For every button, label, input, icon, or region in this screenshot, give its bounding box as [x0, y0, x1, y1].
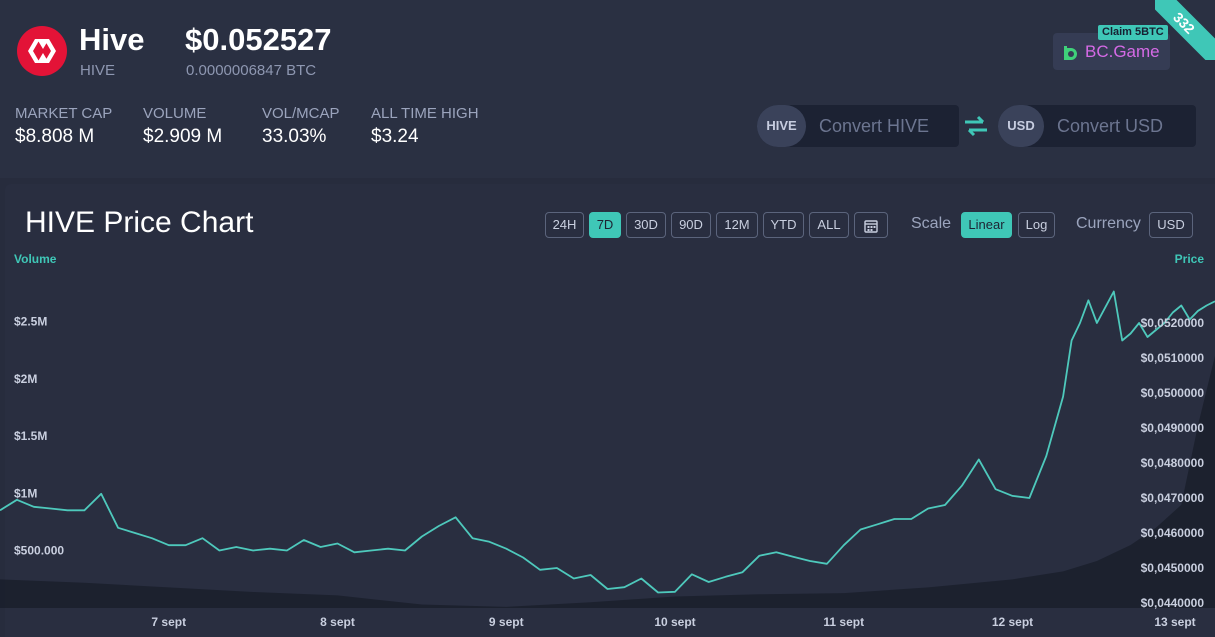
stat-vol-mcap: VOL/MCAP 33.03%	[262, 105, 340, 148]
swap-arrows-icon[interactable]	[963, 114, 989, 138]
convert-from-field: HIVE	[757, 105, 959, 147]
corner-ribbon[interactable]: 332	[1155, 0, 1215, 60]
x-tick-label: 9 sept	[489, 615, 524, 629]
range-12m-button[interactable]: 12M	[716, 212, 758, 238]
stat-value: $8.808 M	[15, 126, 95, 147]
stat-value: $2.909 M	[143, 126, 223, 147]
x-tick-label: 11 sept	[823, 615, 864, 629]
price-chart[interactable]: Volume Price $2.5M $2M $1.5M $1M $500.000 $0,05…	[0, 250, 1215, 637]
price-tick-label: $0,0450000	[1141, 561, 1205, 575]
x-tick-label: 13 sept	[1154, 615, 1195, 629]
stat-label: MARKET CAP	[15, 105, 113, 122]
price-axis-title: Price	[1175, 252, 1205, 266]
scale-linear-button[interactable]: Linear	[961, 212, 1012, 238]
convert-to-tag: USD	[998, 105, 1044, 147]
stat-value: 33.03%	[262, 126, 327, 147]
stat-market-cap: MARKET CAP $8.808 M	[15, 105, 112, 148]
x-tick-label: 10 sept	[654, 615, 695, 629]
calendar-button[interactable]	[854, 212, 888, 238]
price-tick-label: $0,0520000	[1141, 316, 1205, 330]
x-tick-label: 12 sept	[992, 615, 1033, 629]
calendar-icon	[864, 219, 878, 233]
x-tick-label: 8 sept	[320, 615, 355, 629]
price-usd: $0.052527	[185, 22, 332, 57]
scale-log-button[interactable]: Log	[1018, 212, 1055, 238]
price-tick-label: $0,0440000	[1141, 596, 1205, 610]
range-ytd-button[interactable]: YTD	[763, 212, 804, 238]
price-tick-label: $0,0460000	[1141, 526, 1205, 540]
stat-value: $3.24	[371, 126, 419, 147]
convert-from-tag: HIVE	[757, 105, 806, 147]
range-24h-button[interactable]: 24H	[545, 212, 584, 238]
volume-tick-label: $2.5M	[14, 314, 47, 328]
bcgame-logo-icon	[1064, 46, 1077, 60]
chart-title: HIVE Price Chart	[25, 206, 254, 239]
stat-ath: ALL TIME HIGH $3.24	[371, 105, 479, 148]
price-btc: 0.0000006847 BTC	[186, 62, 317, 79]
volume-tick-label: $2M	[14, 372, 37, 386]
stat-label: VOLUME	[143, 105, 207, 122]
coin-symbol: HIVE	[80, 62, 116, 79]
price-line	[0, 290, 1215, 594]
range-90d-button[interactable]: 90D	[671, 212, 711, 238]
convert-to-field: USD	[998, 105, 1196, 147]
convert-hive-input[interactable]	[819, 105, 954, 147]
stat-volume: VOLUME $2.909 M	[143, 105, 222, 148]
volume-axis-title: Volume	[14, 252, 57, 266]
range-30d-button[interactable]: 30D	[626, 212, 666, 238]
stat-label: ALL TIME HIGH	[371, 105, 479, 122]
volume-tick-label: $1M	[14, 486, 37, 500]
x-tick-label: 7 sept	[151, 615, 186, 629]
coin-header: Hive HIVE $0.052527 0.0000006847 BTC MAR…	[0, 0, 1215, 178]
price-tick-label: $0,0500000	[1141, 386, 1205, 400]
ad-brand[interactable]: BC.Game	[1085, 42, 1160, 62]
price-tick-label: $0,0510000	[1141, 351, 1205, 365]
volume-tick-label: $500.000	[14, 544, 64, 558]
volume-tick-label: $1.5M	[14, 429, 47, 443]
currency-select[interactable]: USD	[1149, 212, 1193, 238]
hive-logo-icon	[17, 26, 67, 76]
price-tick-label: $0,0470000	[1141, 491, 1205, 505]
coin-name: Hive	[79, 22, 145, 57]
stat-label: VOL/MCAP	[262, 105, 340, 122]
convert-usd-input[interactable]	[1057, 105, 1191, 147]
price-tick-label: $0,0490000	[1141, 421, 1205, 435]
range-7d-button[interactable]: 7D	[589, 212, 621, 238]
scale-label: Scale	[911, 215, 952, 232]
range-all-button[interactable]: ALL	[809, 212, 849, 238]
volume-area	[0, 355, 1215, 608]
price-tick-label: $0,0480000	[1141, 456, 1205, 470]
currency-label: Currency	[1076, 215, 1141, 232]
ribbon-badge: 332	[1155, 0, 1215, 60]
